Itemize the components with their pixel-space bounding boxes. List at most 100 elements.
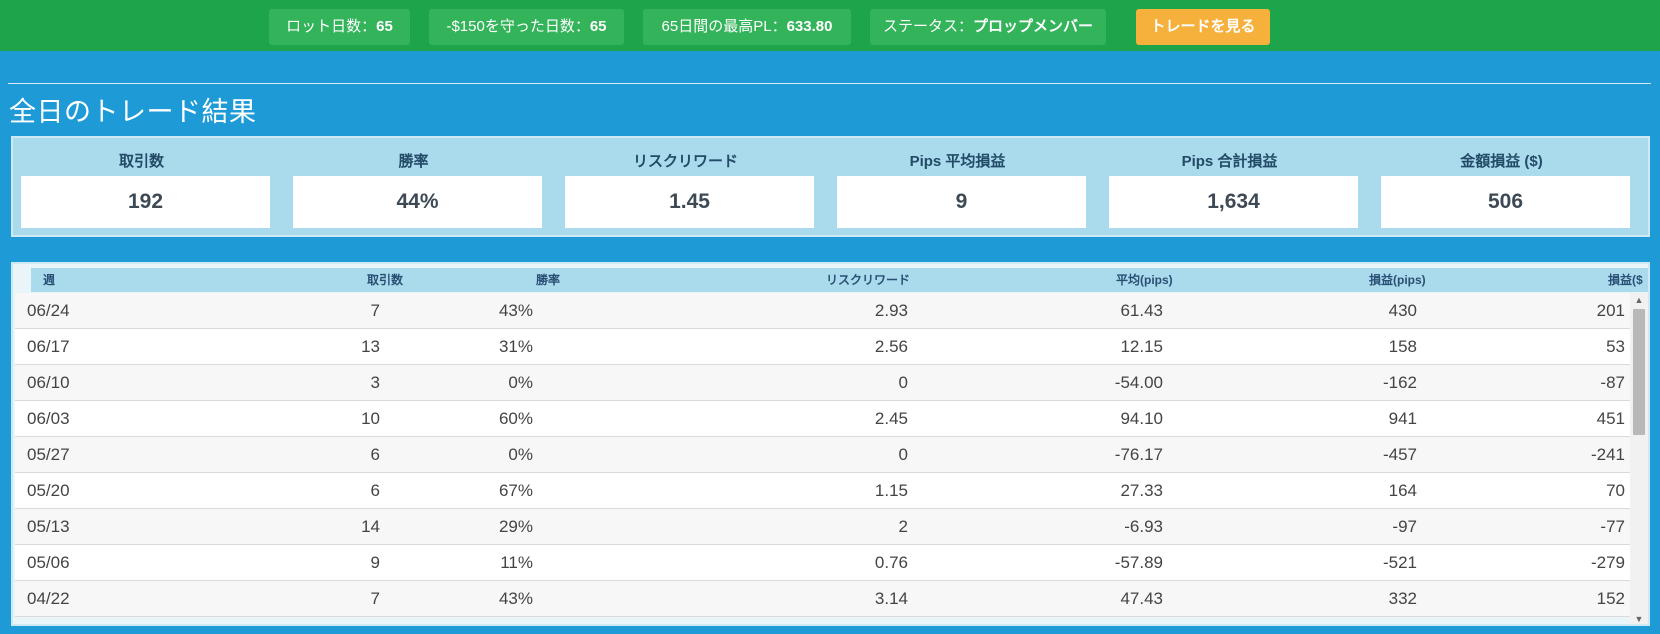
table-row[interactable]: 05/20 6 67% 1.15 27.33 164 70 <box>15 473 1630 509</box>
top-status-bar: ロット日数：65 -$150を守った日数：65 65日間の最高PL：633.80… <box>0 0 1660 51</box>
cell-risk-reward: 2.93 <box>874 301 908 320</box>
cell-winrate: 11% <box>500 553 533 572</box>
protected-days-label: -$150を守った日数： <box>446 18 590 35</box>
table-row[interactable]: 05/06 9 11% 0.76 -57.89 -521 -279 <box>15 545 1630 581</box>
summary-panel: 取引数 192 勝率 44% リスクリワード 1.45 Pips 平均損益 9 … <box>11 136 1650 237</box>
cell-week: 05/20 <box>27 481 70 500</box>
table-row[interactable]: 06/03 10 60% 2.45 94.10 941 451 <box>15 401 1630 437</box>
cell-risk-reward: 2.45 <box>874 409 908 428</box>
table-row[interactable]: 05/13 14 29% 2 -6.93 -97 -77 <box>15 509 1630 545</box>
cell-pl-pips: 332 <box>1388 589 1417 608</box>
cell-risk-reward: 0 <box>898 445 908 464</box>
summary-card-avg-pips: Pips 平均損益 9 <box>829 138 1086 237</box>
cell-avg-pips: -76.17 <box>1114 445 1163 464</box>
cell-pl-dollar: -77 <box>1600 517 1625 536</box>
cell-trades: 14 <box>361 517 380 536</box>
cell-pl-pips: -457 <box>1382 445 1417 464</box>
summary-card-winrate: 勝率 44% <box>285 138 542 237</box>
cell-pl-pips: 941 <box>1388 409 1417 428</box>
summary-card-trades: 取引数 192 <box>13 138 270 237</box>
table-row[interactable]: 04/22 7 43% 3.14 47.43 332 152 <box>15 581 1630 617</box>
cell-pl-pips: -521 <box>1382 553 1417 572</box>
cell-trades: 10 <box>361 409 380 428</box>
status-label: ステータス： <box>882 18 973 35</box>
cell-trades: 13 <box>361 337 380 356</box>
cell-winrate: 29% <box>498 517 533 536</box>
scroll-thumb[interactable] <box>1633 309 1645 435</box>
column-header-risk-reward[interactable]: リスクリワード <box>826 268 910 292</box>
cell-pl-pips: 158 <box>1388 337 1417 356</box>
cell-avg-pips: 47.43 <box>1120 589 1163 608</box>
cell-avg-pips: 61.43 <box>1120 301 1163 320</box>
triangle-up-icon[interactable]: ▲ <box>1630 293 1648 307</box>
summary-value: 192 <box>21 176 270 228</box>
summary-value: 1,634 <box>1109 176 1358 228</box>
column-header-winrate[interactable]: 勝率 <box>536 268 560 292</box>
cell-risk-reward: 2.56 <box>874 337 908 356</box>
cell-pl-pips: -97 <box>1392 517 1417 536</box>
table-row[interactable]: 06/24 7 43% 2.93 61.43 430 201 <box>15 293 1630 329</box>
cell-trades: 7 <box>370 589 380 608</box>
protected-days-pill: -$150を守った日数：65 <box>429 9 624 45</box>
cell-winrate: 43% <box>498 301 533 320</box>
column-header-avg-pips[interactable]: 平均(pips) <box>1116 268 1173 292</box>
cell-avg-pips: 94.10 <box>1120 409 1163 428</box>
protected-days-value: 65 <box>589 18 607 35</box>
lot-days-value: 65 <box>376 18 393 35</box>
table-header: 週 取引数 勝率 リスクリワード 平均(pips) 損益(pips) 損益($ <box>31 268 1648 292</box>
cell-winrate: 0% <box>508 373 533 392</box>
cell-risk-reward: 0 <box>898 373 908 392</box>
cell-pl-dollar: 152 <box>1596 589 1625 608</box>
table-row[interactable]: 05/27 6 0% 0 -76.17 -457 -241 <box>15 437 1630 473</box>
cell-avg-pips: -54.00 <box>1114 373 1163 392</box>
cell-avg-pips: 27.33 <box>1120 481 1163 500</box>
column-header-trades[interactable]: 取引数 <box>367 268 403 292</box>
summary-label: Pips 平均損益 <box>909 153 1006 170</box>
cell-trades: 6 <box>370 481 380 500</box>
cell-week: 06/24 <box>27 301 70 320</box>
cell-trades: 9 <box>370 553 380 572</box>
cell-risk-reward: 0.76 <box>874 553 908 572</box>
max-pl-label: 65日間の最高PL： <box>661 18 787 35</box>
lot-days-label: ロット日数： <box>286 18 377 35</box>
status-pill: ステータス：プロップメンバー <box>870 9 1106 45</box>
column-header-pl-dollar[interactable]: 損益($ <box>1608 268 1643 292</box>
cell-trades: 3 <box>370 373 380 392</box>
view-trades-button[interactable]: トレードを見る <box>1136 9 1270 45</box>
table-scrollbar[interactable]: ▲ ▼ <box>1630 293 1648 624</box>
cell-week: 06/17 <box>27 337 70 356</box>
weekly-results-table: 週 取引数 勝率 リスクリワード 平均(pips) 損益(pips) 損益($ … <box>11 262 1650 626</box>
summary-value: 1.45 <box>565 176 814 228</box>
page-title: 全日のトレード結果 <box>9 97 257 128</box>
cell-avg-pips: -6.93 <box>1124 517 1163 536</box>
cell-winrate: 43% <box>498 589 533 608</box>
summary-value: 44% <box>293 176 542 228</box>
lot-days-pill: ロット日数：65 <box>269 9 410 45</box>
summary-label: 取引数 <box>118 153 164 170</box>
cell-risk-reward: 2 <box>898 517 908 536</box>
summary-label: Pips 合計損益 <box>1181 153 1278 170</box>
cell-winrate: 60% <box>498 409 533 428</box>
cell-trades: 7 <box>370 301 380 320</box>
column-header-week[interactable]: 週 <box>43 268 55 292</box>
cell-trades: 6 <box>370 445 380 464</box>
summary-card-risk-reward: リスクリワード 1.45 <box>557 138 814 237</box>
cell-pl-dollar: 70 <box>1606 481 1625 500</box>
cell-week: 04/22 <box>27 589 70 608</box>
cell-risk-reward: 1.15 <box>874 481 908 500</box>
triangle-down-icon[interactable]: ▼ <box>1630 612 1648 624</box>
cell-pl-dollar: 451 <box>1596 409 1625 428</box>
summary-value: 9 <box>837 176 1086 228</box>
summary-label: 金額損益 ($) <box>1460 153 1543 170</box>
cell-week: 06/10 <box>27 373 70 392</box>
table-row[interactable]: 06/10 3 0% 0 -54.00 -162 -87 <box>15 365 1630 401</box>
max-pl-pill: 65日間の最高PL：633.80 <box>643 9 851 45</box>
cell-pl-dollar: -279 <box>1590 553 1625 572</box>
cell-avg-pips: -57.89 <box>1114 553 1163 572</box>
column-header-pl-pips[interactable]: 損益(pips) <box>1369 268 1426 292</box>
table-row[interactable]: 06/17 13 31% 2.56 12.15 158 53 <box>15 329 1630 365</box>
cell-week: 05/13 <box>27 517 70 536</box>
cell-pl-dollar: 53 <box>1606 337 1625 356</box>
cell-winrate: 31% <box>498 337 533 356</box>
max-pl-value: 633.80 <box>786 18 833 35</box>
